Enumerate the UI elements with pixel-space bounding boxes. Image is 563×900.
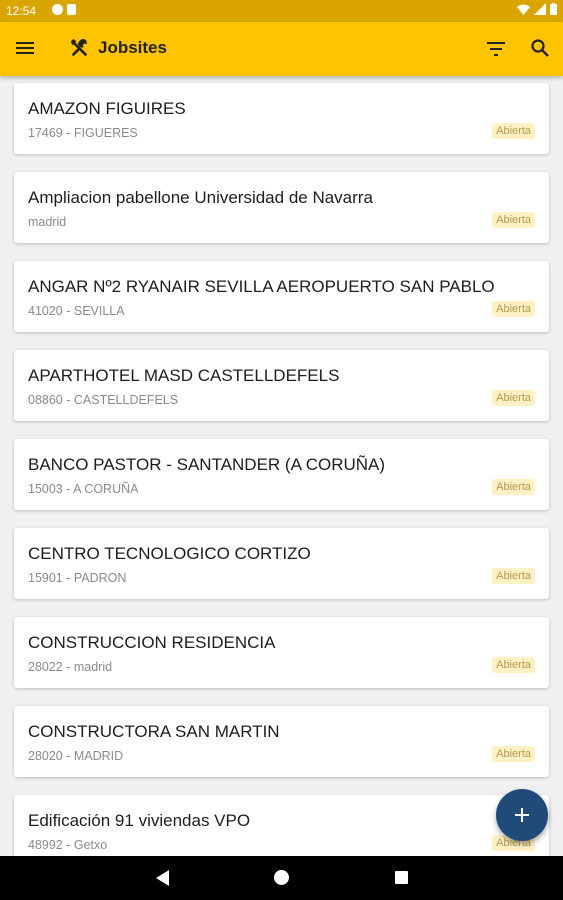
back-icon[interactable] — [156, 870, 170, 886]
jobsite-card[interactable]: CONSTRUCTORA SAN MARTIN 28020 - MADRID A… — [14, 706, 549, 777]
status-badge: Abierta — [492, 390, 535, 406]
app-bar: Jobsites — [0, 22, 563, 76]
jobsite-location: 28022 - madrid — [28, 660, 113, 674]
jobsite-location: madrid — [28, 215, 67, 229]
wifi-icon — [517, 4, 530, 15]
storage-icon — [67, 4, 76, 15]
search-icon[interactable] — [530, 38, 550, 58]
notification-icon — [52, 4, 63, 15]
status-badge: Abierta — [492, 479, 535, 495]
jobsite-location: 48992 - Getxo — [28, 838, 108, 852]
jobsite-location: 15003 - A CORUÑA — [28, 482, 139, 496]
jobsite-name: APARTHOTEL MASD CASTELLDEFELS — [28, 366, 340, 385]
jobsite-location: 28020 - MADRID — [28, 749, 124, 763]
status-notification-icons — [52, 4, 76, 15]
jobsite-card[interactable]: CENTRO TECNOLOGICO CORTIZO 15901 - PADRO… — [14, 528, 549, 599]
jobsite-card[interactable]: Ampliacion pabellone Universidad de Nava… — [14, 172, 549, 243]
status-badge: Abierta — [492, 568, 535, 584]
signal-icon — [534, 3, 546, 15]
jobsite-list: AMAZON FIGUIRES 17469 - FIGUERES Abierta… — [0, 76, 563, 856]
battery-icon — [550, 3, 557, 15]
jobsite-card[interactable]: APARTHOTEL MASD CASTELLDEFELS 08860 - CA… — [14, 350, 549, 421]
jobsite-location: 41020 - SEVILLA — [28, 304, 125, 318]
recent-apps-icon[interactable] — [395, 871, 408, 884]
jobsite-name: CONSTRUCCION RESIDENCIA — [28, 633, 276, 652]
status-badge: Abierta — [492, 123, 535, 139]
tools-icon — [70, 38, 88, 57]
jobsite-name: ANGAR Nº2 RYANAIR SEVILLA AEROPUERTO SAN… — [28, 277, 495, 296]
jobsite-card[interactable]: Edificación 91 viviendas VPO 48992 - Get… — [14, 795, 549, 856]
add-jobsite-button[interactable] — [496, 789, 548, 841]
jobsite-name: Edificación 91 viviendas VPO — [28, 811, 251, 830]
jobsite-name: BANCO PASTOR - SANTANDER (A CORUÑA) — [28, 455, 386, 474]
jobsite-name: AMAZON FIGUIRES — [28, 99, 186, 118]
status-badge: Abierta — [492, 746, 535, 762]
plus-icon — [515, 808, 529, 822]
status-time: 12:54 — [6, 4, 37, 18]
menu-icon[interactable] — [16, 40, 36, 56]
jobsite-card[interactable]: BANCO PASTOR - SANTANDER (A CORUÑA) 1500… — [14, 439, 549, 510]
page-title: Jobsites — [98, 38, 167, 57]
status-system-icons — [517, 3, 557, 15]
jobsite-name: CENTRO TECNOLOGICO CORTIZO — [28, 544, 311, 563]
jobsite-location: 15901 - PADRON — [28, 571, 127, 585]
system-nav-bar — [0, 856, 563, 900]
jobsite-name: Ampliacion pabellone Universidad de Nava… — [28, 188, 373, 207]
filter-icon[interactable] — [487, 40, 507, 58]
jobsite-card[interactable]: AMAZON FIGUIRES 17469 - FIGUERES Abierta — [14, 83, 549, 154]
jobsite-card[interactable]: CONSTRUCCION RESIDENCIA 28022 - madrid A… — [14, 617, 549, 688]
status-bar: 12:54 — [0, 0, 563, 22]
status-badge: Abierta — [492, 212, 535, 228]
jobsite-location: 08860 - CASTELLDEFELS — [28, 393, 179, 407]
jobsite-location: 17469 - FIGUERES — [28, 126, 138, 140]
home-icon[interactable] — [274, 870, 289, 885]
status-badge: Abierta — [492, 301, 535, 317]
status-badge: Abierta — [492, 657, 535, 673]
jobsite-name: CONSTRUCTORA SAN MARTIN — [28, 722, 280, 741]
jobsite-card[interactable]: ANGAR Nº2 RYANAIR SEVILLA AEROPUERTO SAN… — [14, 261, 549, 332]
